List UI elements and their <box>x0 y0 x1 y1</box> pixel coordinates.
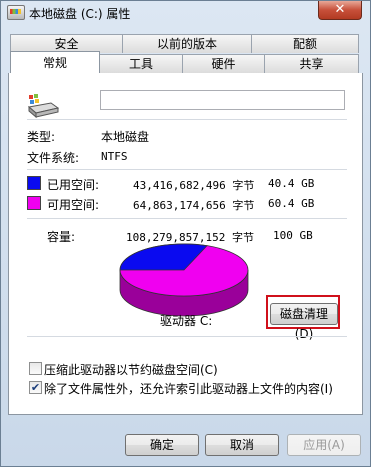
capacity-size: 100 GB <box>273 229 313 242</box>
used-space-bytes: 43,416,682,496 字节 <box>133 179 255 192</box>
separator <box>27 169 347 170</box>
separator <box>27 218 347 219</box>
disk-usage-pie <box>119 243 249 317</box>
ok-button[interactable]: 确定 <box>125 434 199 456</box>
disk-cleanup-button[interactable]: 磁盘清理(D) <box>270 303 338 341</box>
drive-title-icon <box>7 5 25 20</box>
tab-previous-versions[interactable]: 以前的版本 <box>122 34 252 53</box>
used-space-size: 40.4 GB <box>268 177 315 190</box>
capacity-label: 容量: <box>47 230 76 244</box>
filesystem-label: 文件系统: <box>27 151 80 165</box>
drive-name-input[interactable] <box>100 90 345 110</box>
used-space-label: 已用空间: <box>47 178 100 192</box>
compress-checkbox[interactable] <box>29 362 42 375</box>
drive-label: 驱动器 C: <box>160 314 213 328</box>
tab-quota[interactable]: 配额 <box>251 34 359 53</box>
window-title: 本地磁盘 (C:) 属性 <box>29 7 131 21</box>
used-space-swatch <box>27 176 41 190</box>
free-space-label: 可用空间: <box>47 198 100 212</box>
apply-button[interactable]: 应用(A) <box>287 434 361 456</box>
type-value: 本地磁盘 <box>101 130 150 144</box>
index-checkbox-label[interactable]: 除了文件属性外，还允许索引此驱动器上文件的内容(I) <box>44 380 333 397</box>
title-bar[interactable]: 本地磁盘 (C:) 属性 ✕ <box>1 1 370 25</box>
drive-icon <box>27 94 59 119</box>
filesystem-value: NTFS <box>101 150 128 163</box>
tab-tools[interactable]: 工具 <box>99 54 183 73</box>
index-checkbox[interactable]: ✔ <box>29 381 42 394</box>
compress-checkbox-label[interactable]: 压缩此驱动器以节约磁盘空间(C) <box>44 361 218 378</box>
free-space-swatch <box>27 196 41 210</box>
separator <box>27 336 347 337</box>
free-space-size: 60.4 GB <box>268 197 315 210</box>
tab-sharing[interactable]: 共享 <box>264 54 359 73</box>
type-label: 类型: <box>27 130 56 144</box>
tab-hardware[interactable]: 硬件 <box>182 54 265 73</box>
tab-general[interactable]: 常规 <box>10 51 100 73</box>
close-button[interactable]: ✕ <box>318 1 362 20</box>
cancel-button[interactable]: 取消 <box>205 434 279 456</box>
separator <box>27 119 347 120</box>
free-space-bytes: 64,863,174,656 字节 <box>133 199 255 212</box>
